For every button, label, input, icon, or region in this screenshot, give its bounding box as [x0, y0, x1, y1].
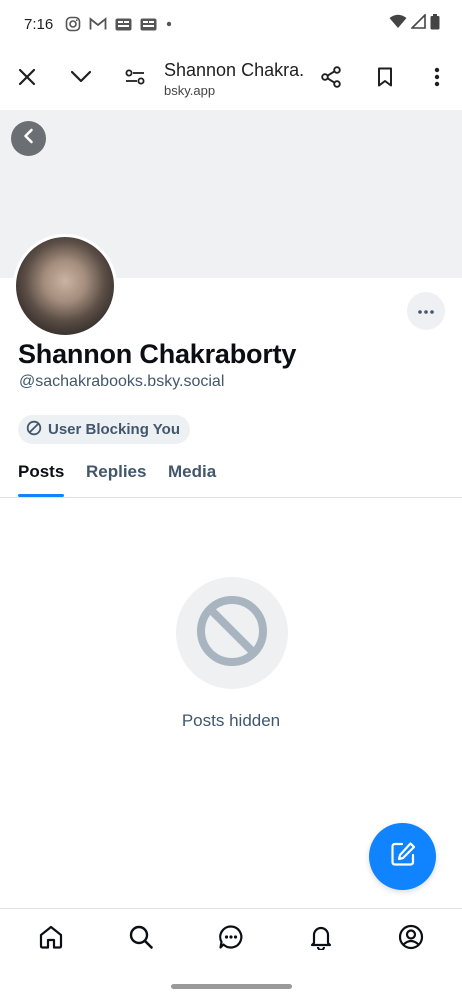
gmail-icon	[89, 17, 107, 31]
page-url: bsky.app	[164, 83, 216, 98]
notifications-icon	[308, 924, 334, 955]
browser-toolbar: Shannon Chakra... bsky.app	[0, 48, 462, 110]
profile-more-button[interactable]	[407, 292, 445, 330]
close-tab-button[interactable]	[0, 52, 54, 106]
instagram-icon	[65, 16, 81, 32]
close-icon	[17, 67, 37, 92]
bookmark-button[interactable]	[358, 52, 412, 106]
back-button[interactable]	[11, 121, 46, 156]
page-settings-icon	[124, 68, 146, 91]
blocking-status-badge: User Blocking You	[18, 415, 190, 444]
dot-icon	[165, 20, 173, 28]
tab-replies[interactable]: Replies	[86, 462, 146, 482]
blocking-status-label: User Blocking You	[48, 421, 180, 438]
system-icons	[389, 13, 440, 35]
news-icon	[115, 18, 132, 31]
nav-home[interactable]	[21, 914, 81, 966]
tab-posts[interactable]: Posts	[18, 462, 64, 482]
share-button[interactable]	[304, 52, 358, 106]
nav-notifications[interactable]	[291, 914, 351, 966]
compose-post-button[interactable]	[369, 823, 436, 890]
blocked-small-icon	[26, 420, 42, 440]
share-icon	[320, 65, 342, 93]
news-icon	[140, 18, 157, 31]
minimize-button[interactable]	[54, 52, 108, 106]
nav-chat[interactable]	[201, 914, 261, 966]
overflow-menu-icon	[434, 67, 440, 92]
bottom-nav	[0, 908, 462, 970]
profile-icon	[398, 924, 424, 955]
profile-display-name: Shannon Chakraborty	[18, 339, 297, 369]
page-settings-button[interactable]	[108, 52, 162, 106]
nav-profile[interactable]	[381, 914, 441, 966]
status-time: 7:16	[24, 15, 54, 33]
profile-tabs: Posts Replies Media	[0, 452, 462, 498]
avatar[interactable]	[13, 234, 117, 338]
compose-icon	[389, 840, 417, 873]
nav-search[interactable]	[111, 914, 171, 966]
battery-icon	[430, 13, 440, 35]
page-title: Shannon Chakra...	[164, 60, 304, 80]
active-tab-indicator	[18, 494, 64, 497]
more-horizontal-icon	[417, 302, 435, 320]
page-title-area[interactable]: Shannon Chakra... bsky.app	[162, 60, 304, 98]
wifi-icon	[389, 14, 407, 34]
profile-handle: @sachakrabooks.bsky.social	[19, 373, 225, 390]
chevron-down-icon	[70, 70, 92, 89]
gesture-handle[interactable]	[171, 984, 292, 989]
status-bar: 7:16	[0, 0, 462, 48]
signal-icon	[410, 13, 426, 34]
chevron-left-icon	[22, 128, 36, 149]
home-icon	[38, 924, 64, 955]
search-icon	[128, 924, 154, 955]
posts-hidden-label: Posts hidden	[181, 711, 281, 730]
tab-media[interactable]: Media	[168, 462, 216, 482]
overflow-menu-button[interactable]	[412, 52, 462, 106]
chat-icon	[218, 924, 244, 955]
bookmark-icon	[377, 67, 393, 92]
notification-icons	[65, 16, 173, 32]
posts-hidden-graphic	[176, 577, 288, 689]
blocked-icon	[195, 594, 269, 673]
